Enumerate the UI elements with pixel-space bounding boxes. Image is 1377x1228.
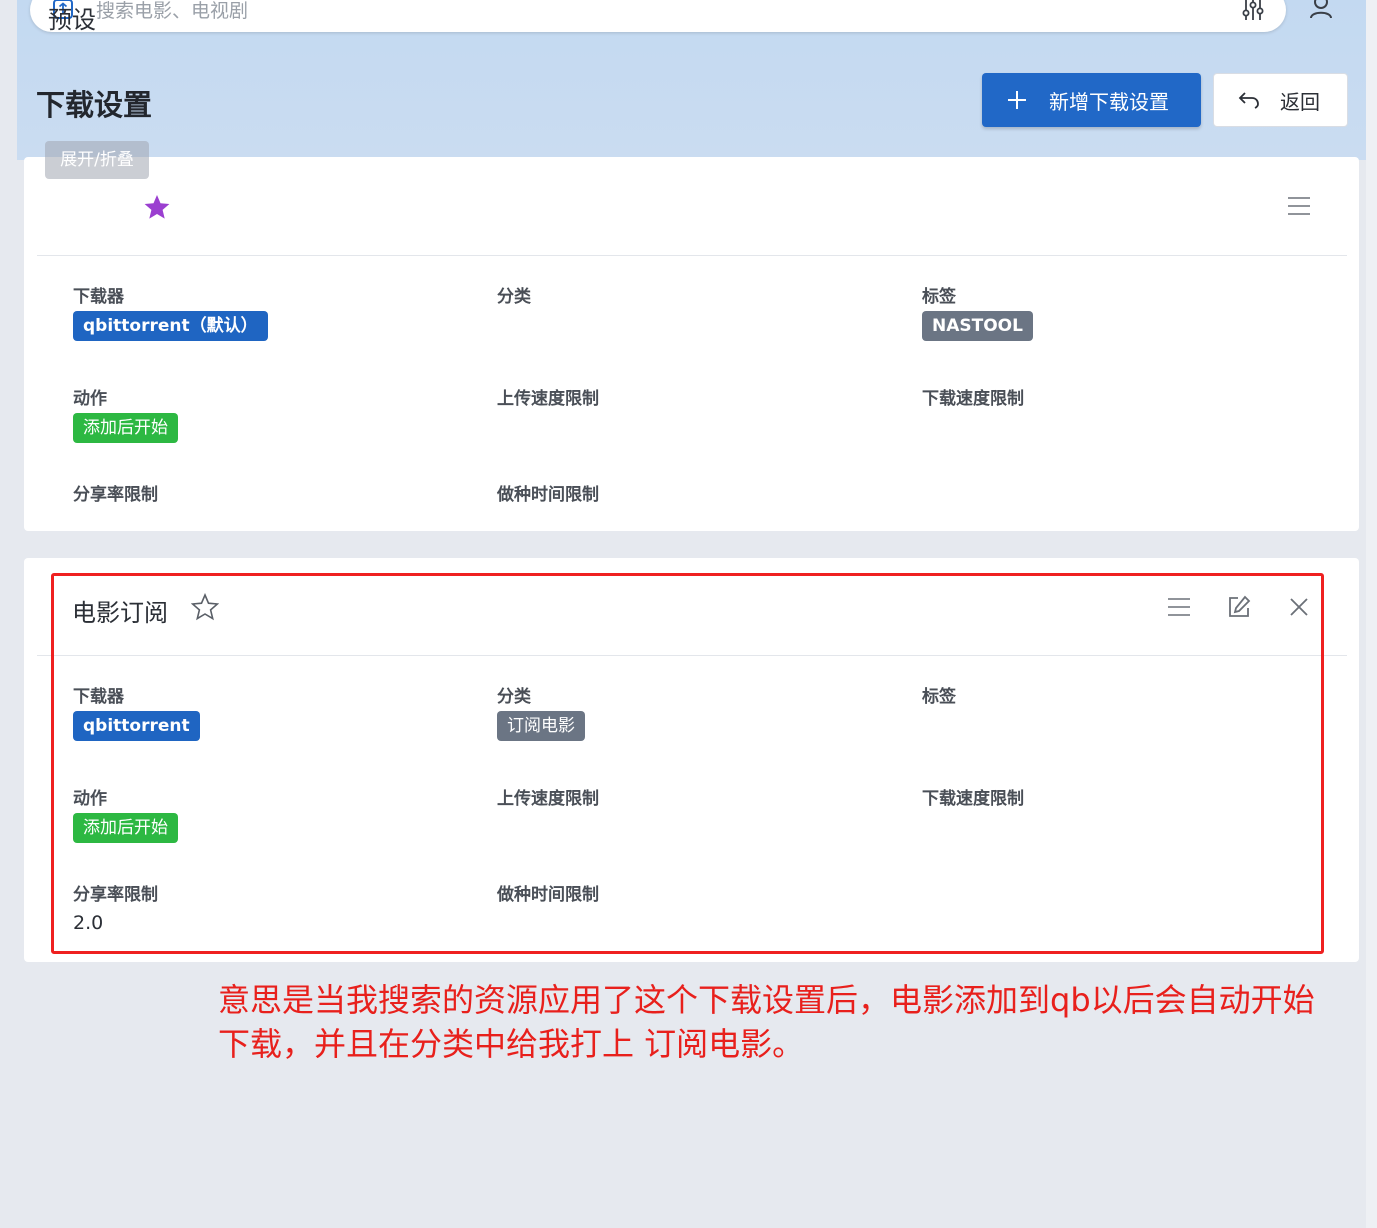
card-title: 预设 [48,6,96,34]
annotation-note: 意思是当我搜索的资源应用了这个下载设置后，电影添加到qb以后会自动开始 下载，并… [218,978,1358,1066]
category-label: 分类 [497,287,531,307]
downloader-chip: qbittorrent（默认） [73,311,268,341]
upload-speed-limit-label: 上传速度限制 [497,389,599,409]
search-bar[interactable]: 搜索电影、电视剧 [30,0,1286,32]
download-setting-card-preset [24,157,1359,531]
tag-chip: NASTOOL [922,311,1033,341]
download-speed-limit-label: 下载速度限制 [922,389,1024,409]
annotation-line-2: 下载，并且在分类中给我打上 订阅电影。 [218,1025,805,1063]
annotation-line-1: 意思是当我搜索的资源应用了这个下载设置后，电影添加到qb以后会自动开始 [218,981,1315,1019]
add-download-setting-button[interactable]: 新增下载设置 [982,73,1201,127]
action-label: 动作 [73,389,107,409]
action-chip: 添加后开始 [73,413,178,443]
star-filled-icon[interactable] [143,193,171,221]
highlight-box [51,573,1324,954]
card-divider [37,255,1347,256]
tag-label: 标签 [922,287,956,307]
search-input[interactable]: 搜索电影、电视剧 [96,0,248,23]
share-ratio-limit-label: 分享率限制 [73,485,158,505]
add-download-setting-label: 新增下载设置 [1049,89,1169,114]
page-title: 下载设置 [36,88,153,122]
back-button[interactable]: 返回 [1213,73,1348,127]
seeding-time-limit-label: 做种时间限制 [497,485,599,505]
undo-arrow-icon [1238,92,1259,109]
downloader-label: 下载器 [73,287,124,307]
filter-sliders-icon[interactable] [1240,0,1266,22]
plus-icon [1008,91,1026,109]
expand-collapse-tooltip: 展开/折叠 [45,141,149,179]
back-label: 返回 [1280,89,1320,114]
scrollbar-track[interactable] [1366,0,1377,1228]
user-icon[interactable] [1306,0,1336,20]
menu-icon[interactable] [1287,196,1311,216]
